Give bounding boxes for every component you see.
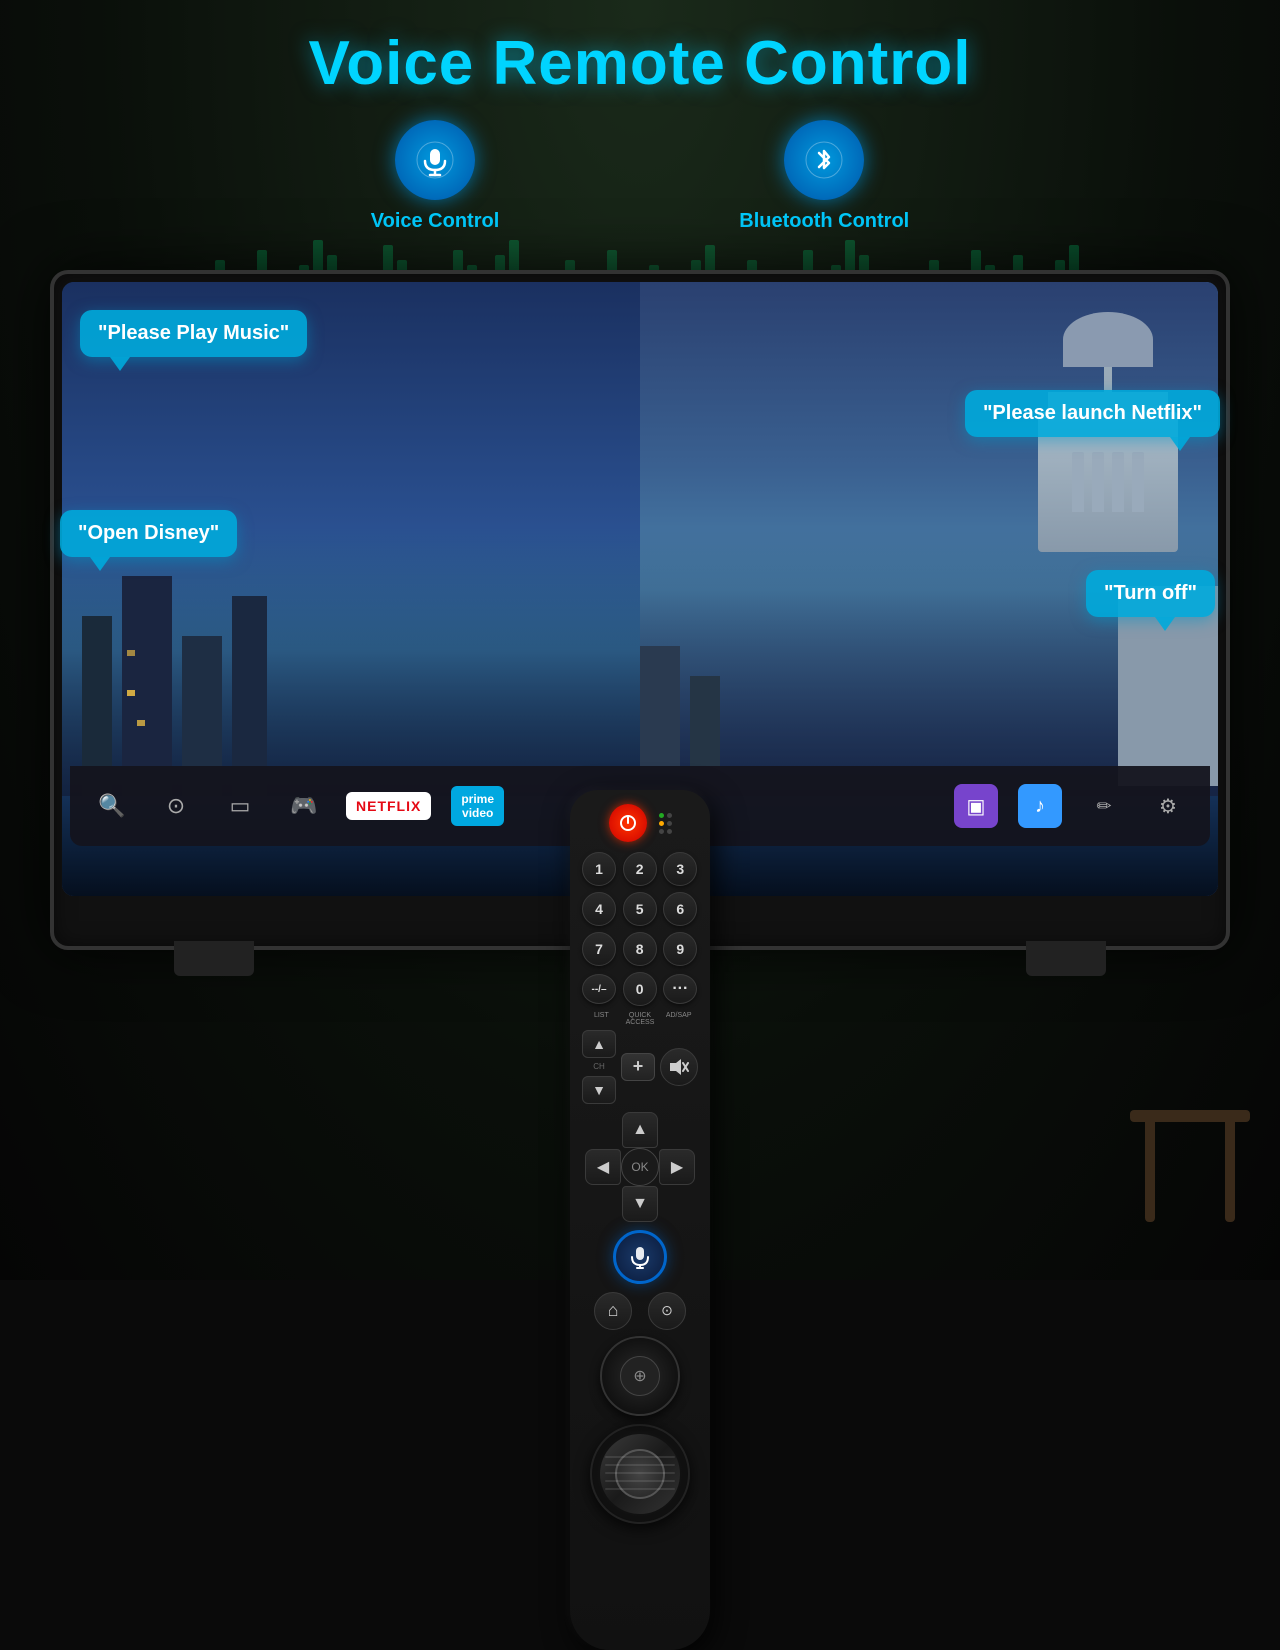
tv-game-icon[interactable]: 🎮 [282, 784, 326, 828]
nav-right-btn[interactable]: ▶ [659, 1149, 695, 1185]
orange-dot [659, 821, 664, 826]
app-disk[interactable]: ⊕ [600, 1336, 680, 1416]
vol-plus-btn[interactable]: + [621, 1053, 655, 1081]
channel-col: ▲ CH ▼ [582, 1030, 616, 1104]
dot-2 [667, 813, 672, 818]
remote-top-section [582, 804, 698, 842]
dot-4 [667, 821, 672, 826]
tv-home-icon[interactable]: ⊙ [154, 784, 198, 828]
app-disk-inner: ⊕ [620, 1356, 660, 1396]
channel-vol-section: ▲ CH ▼ + [582, 1030, 698, 1104]
nav-left-btn[interactable]: ◀ [585, 1149, 621, 1185]
bluetooth-control-feature: Bluetooth Control [739, 120, 909, 233]
key-9[interactable]: 9 [663, 932, 697, 966]
key-4[interactable]: 4 [582, 892, 616, 926]
key-2[interactable]: 2 [623, 852, 657, 886]
number-pad: 1 2 3 4 5 6 7 8 9 [582, 852, 698, 966]
tv-search-icon[interactable]: 🔍 [90, 784, 134, 828]
table-top [1130, 1110, 1250, 1122]
key-dots[interactable]: ··· [663, 974, 697, 1004]
nav-down-btn[interactable]: ▼ [622, 1186, 658, 1222]
green-dot [659, 813, 664, 818]
ad-sap-label: AD/SAP [659, 1012, 698, 1026]
tv-stand-right [1026, 941, 1106, 976]
label-row: LIST QUICKACCESS AD/SAP [582, 1012, 698, 1026]
voice-icon [395, 120, 475, 200]
mic-button[interactable] [613, 1230, 667, 1284]
scroll-wheel-surface [600, 1434, 680, 1514]
channel-down-btn[interactable]: ▼ [582, 1076, 616, 1104]
tv-edit-icon[interactable]: ✏ [1082, 784, 1126, 828]
nav-ok-btn[interactable]: OK [621, 1148, 659, 1186]
vol-plus-col: + [621, 1053, 655, 1081]
key-1[interactable]: 1 [582, 852, 616, 886]
quick-access-label: QUICKACCESS [621, 1012, 660, 1026]
side-table [1130, 1050, 1250, 1230]
status-dots [659, 813, 672, 834]
remote-body: 1 2 3 4 5 6 7 8 9 --/– 0 ··· LIST QUICKA… [570, 790, 710, 1650]
tv-settings-icon[interactable]: ⚙ [1146, 784, 1190, 828]
features-section: Voice Control Bluetooth Control [0, 120, 1280, 233]
bluetooth-control-label: Bluetooth Control [739, 210, 909, 233]
tv-purple-app[interactable]: ▣ [954, 784, 998, 828]
prime-badge[interactable]: primevideo [451, 786, 504, 827]
list-label: LIST [582, 1012, 621, 1026]
bubble-turn-off: "Turn off" [1086, 570, 1215, 617]
table-leg-right [1225, 1122, 1235, 1222]
dpad: ▲ ▼ ◀ ▶ OK [585, 1112, 695, 1222]
dot-6 [667, 829, 672, 834]
tv-stand-left [174, 941, 254, 976]
tv-screen-icon[interactable]: ▭ [218, 784, 262, 828]
key-dash[interactable]: --/– [582, 974, 616, 1004]
home-row: ⌂ ⊙ [582, 1292, 698, 1330]
channel-up-btn[interactable]: ▲ [582, 1030, 616, 1058]
key-5[interactable]: 5 [623, 892, 657, 926]
mute-col [660, 1048, 698, 1086]
app-shortcuts-row: ⊕ [582, 1336, 698, 1416]
bubble-open-disney: "Open Disney" [60, 510, 237, 557]
key-7[interactable]: 7 [582, 932, 616, 966]
back-button[interactable]: ⊙ [648, 1292, 686, 1330]
home-button[interactable]: ⌂ [594, 1292, 632, 1330]
nav-up-btn[interactable]: ▲ [622, 1112, 658, 1148]
tv-music-app[interactable]: ♪ [1018, 784, 1062, 828]
dot-5 [659, 829, 664, 834]
key-8[interactable]: 8 [623, 932, 657, 966]
netflix-badge[interactable]: NETFLIX [346, 792, 431, 820]
bubble-play-music: "Please Play Music" [80, 310, 307, 357]
scroll-wheel[interactable] [590, 1424, 690, 1524]
mute-button[interactable] [660, 1048, 698, 1086]
page-title: Voice Remote Control [0, 28, 1280, 99]
voice-control-feature: Voice Control [371, 120, 500, 233]
table-leg-left [1145, 1122, 1155, 1222]
bubble-launch-netflix: "Please launch Netflix" [965, 390, 1220, 437]
zero-row: --/– 0 ··· [582, 972, 698, 1006]
key-6[interactable]: 6 [663, 892, 697, 926]
power-button[interactable] [609, 804, 647, 842]
key-3[interactable]: 3 [663, 852, 697, 886]
key-0[interactable]: 0 [623, 972, 657, 1006]
mic-row [582, 1230, 698, 1284]
bluetooth-icon [784, 120, 864, 200]
voice-control-label: Voice Control [371, 210, 500, 233]
